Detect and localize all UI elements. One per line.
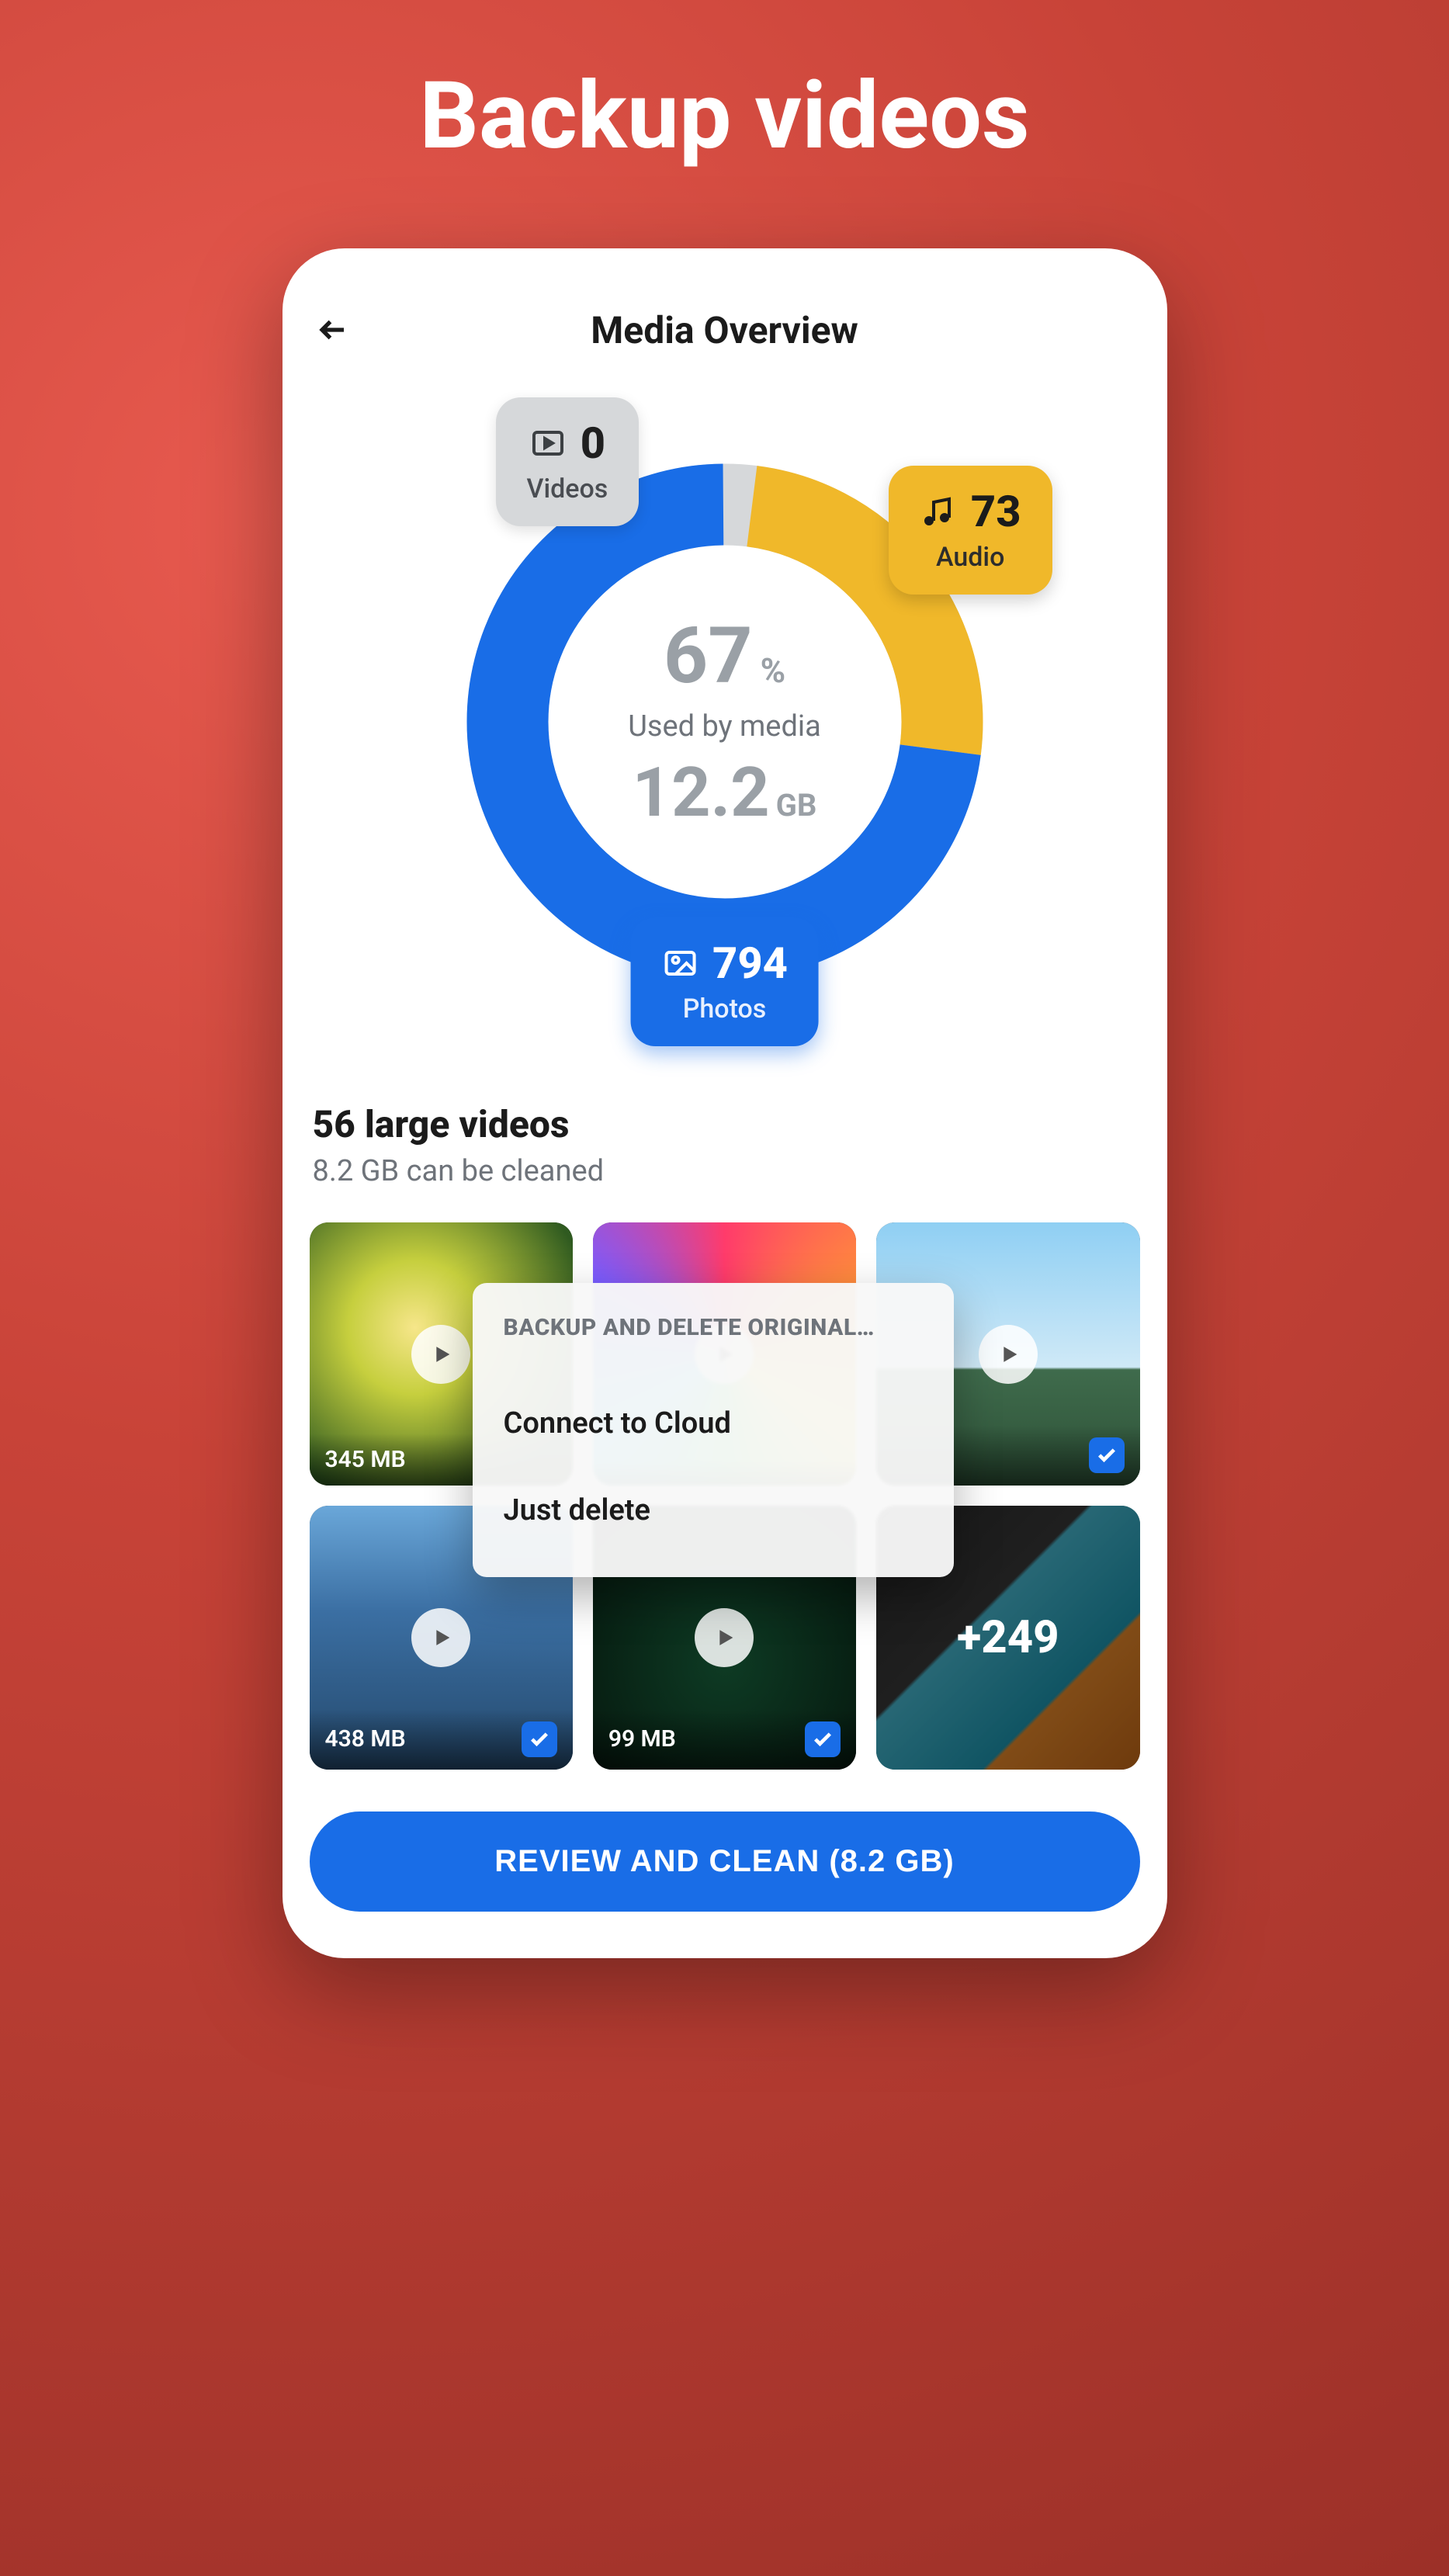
thumb-checkbox[interactable] (1089, 1437, 1125, 1473)
thumb-checkbox[interactable] (522, 1721, 557, 1757)
action-popup: BACKUP AND DELETE ORIGINAL… Connect to C… (473, 1283, 954, 1577)
video-grid: 345 MB 438 MB 99 MB (310, 1222, 1140, 1770)
used-label: Used by media (628, 709, 821, 744)
videos-count: 0 (581, 418, 605, 469)
badge-audio[interactable]: 73 Audio (889, 466, 1052, 595)
donut-center: 67 % Used by media 12.2 GB (628, 611, 821, 833)
play-icon (695, 1608, 754, 1667)
play-icon (411, 1325, 470, 1384)
used-size: 12.2 (633, 753, 770, 833)
phone-frame: Media Overview 67 % Used by media 12.2 G… (283, 248, 1167, 1958)
thumb-size: 99 MB (608, 1725, 676, 1753)
audio-count: 73 (971, 486, 1021, 537)
popup-just-delete[interactable]: Just delete (504, 1467, 923, 1554)
used-size-unit: GB (776, 787, 817, 823)
page-title: Media Overview (310, 308, 1140, 352)
app-header: Media Overview (310, 303, 1140, 357)
promo-title: Backup videos (419, 62, 1029, 171)
used-percent: 67 (664, 611, 753, 702)
media-donut-chart: 67 % Used by media 12.2 GB 0 Videos (407, 404, 1043, 1040)
review-clean-button[interactable]: REVIEW AND CLEAN (8.2 GB) (310, 1812, 1140, 1912)
section-subtitle: 8.2 GB can be cleaned (313, 1154, 1137, 1188)
badge-photos[interactable]: 794 Photos (630, 917, 819, 1046)
badge-videos[interactable]: 0 Videos (496, 397, 640, 526)
thumb-checkbox[interactable] (805, 1721, 841, 1757)
play-icon (979, 1325, 1038, 1384)
back-button[interactable] (310, 307, 356, 353)
popup-title: BACKUP AND DELETE ORIGINAL… (504, 1314, 923, 1341)
thumb-size: 438 MB (325, 1725, 406, 1753)
arrow-left-icon (317, 314, 349, 346)
popup-connect-cloud[interactable]: Connect to Cloud (504, 1380, 923, 1467)
play-icon (411, 1608, 470, 1667)
videos-label: Videos (527, 473, 608, 504)
section-title: 56 large videos (313, 1102, 1137, 1146)
photos-count: 794 (712, 938, 788, 989)
percent-unit: % (761, 650, 786, 691)
thumb-size: 345 MB (325, 1446, 406, 1473)
photo-icon (661, 945, 699, 982)
video-icon (529, 425, 567, 462)
audio-label: Audio (936, 542, 1004, 573)
section-header: 56 large videos 8.2 GB can be cleaned (310, 1102, 1140, 1188)
music-icon (920, 493, 957, 530)
photos-label: Photos (683, 993, 767, 1025)
